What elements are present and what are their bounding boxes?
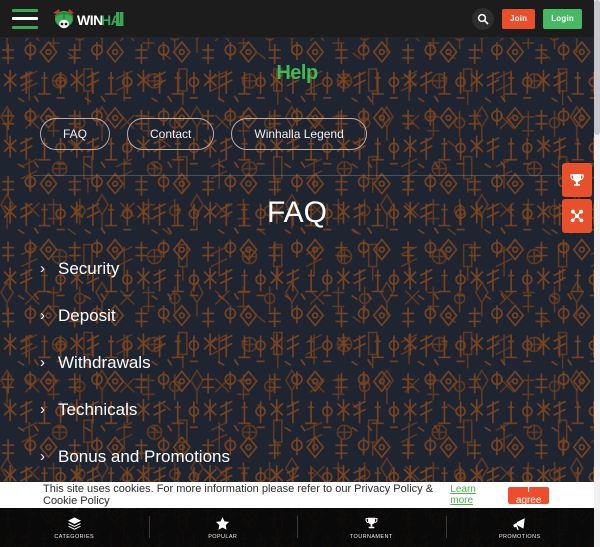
bottom-nav-categories[interactable]: CATEGORIES xyxy=(0,508,149,547)
cookie-banner: This site uses cookies. For more informa… xyxy=(0,482,594,508)
page-root: WIN HA Join Login Help FAQ Contact Winha… xyxy=(0,0,600,547)
header-actions: Join Login xyxy=(471,7,582,30)
winhalla-logo[interactable]: WIN HA xyxy=(50,5,128,33)
chevron-right-icon: › xyxy=(40,354,45,371)
cookie-text: This site uses cookies. For more informa… xyxy=(43,483,434,507)
faq-item-technicals[interactable]: › Technicals xyxy=(40,386,560,433)
tab-contact[interactable]: Contact xyxy=(127,118,215,150)
side-float-buttons xyxy=(562,163,592,233)
bottom-nav-promotions[interactable]: PROMOTIONS xyxy=(445,508,595,547)
bottom-nav-label: CATEGORIES xyxy=(54,533,95,540)
star-icon xyxy=(216,516,230,530)
faq-item-label: Bonus and Promotions xyxy=(58,446,230,466)
faq-item-security[interactable]: › Security xyxy=(40,245,560,292)
help-tabs: FAQ Contact Winhalla Legend xyxy=(40,118,367,150)
bottom-nav-tournament[interactable]: TOURNAMENT xyxy=(297,508,446,547)
chevron-right-icon: › xyxy=(40,401,45,418)
help-heading: Help xyxy=(276,62,318,84)
i-agree-button[interactable]: I agree xyxy=(508,484,549,506)
faq-item-label: Deposit xyxy=(58,305,116,325)
network-icon xyxy=(570,209,584,223)
trophy-float-button[interactable] xyxy=(562,163,592,197)
chevron-right-icon: › xyxy=(40,260,45,277)
scrollbar-thumb[interactable] xyxy=(594,0,600,135)
learn-more-link[interactable]: Learn more xyxy=(450,484,494,506)
network-float-button[interactable] xyxy=(562,199,592,233)
megaphone-icon xyxy=(513,517,525,530)
faq-item-label: Withdrawals xyxy=(58,352,151,372)
login-button[interactable]: Login xyxy=(543,8,582,29)
svg-text:WIN: WIN xyxy=(77,12,103,28)
faq-item-bonus-and-promotions[interactable]: › Bonus and Promotions xyxy=(40,433,560,480)
chevron-right-icon: › xyxy=(40,448,45,465)
hamburger-icon[interactable] xyxy=(12,8,38,29)
bottom-nav-label: PROMOTIONS xyxy=(498,533,541,540)
bottom-nav-label: TOURNAMENT xyxy=(349,533,393,540)
faq-heading: FAQ xyxy=(266,196,327,229)
faq-item-label: Technicals xyxy=(58,399,138,419)
bottom-navigation: CATEGORIES POPULAR TOURNAMENT PROMOTIONS xyxy=(0,508,594,547)
layers-icon xyxy=(67,516,81,530)
top-header: WIN HA Join Login xyxy=(0,0,594,38)
tab-winhalla-legend[interactable]: Winhalla Legend xyxy=(231,118,367,150)
faq-item-withdrawals[interactable]: › Withdrawals xyxy=(40,339,560,386)
chevron-right-icon: › xyxy=(40,307,45,324)
trophy-icon xyxy=(365,517,378,528)
section-divider xyxy=(33,175,561,176)
page-scrollbar[interactable] xyxy=(594,0,600,547)
join-button[interactable]: Join xyxy=(501,8,536,29)
bottom-nav-popular[interactable]: POPULAR xyxy=(148,508,298,547)
bottom-nav-label: POPULAR xyxy=(208,533,238,540)
faq-item-deposit[interactable]: › Deposit xyxy=(40,292,560,339)
faq-item-label: Security xyxy=(58,258,120,278)
trophy-icon xyxy=(570,174,584,186)
search-icon[interactable] xyxy=(471,7,494,30)
tab-faq[interactable]: FAQ xyxy=(40,118,111,150)
